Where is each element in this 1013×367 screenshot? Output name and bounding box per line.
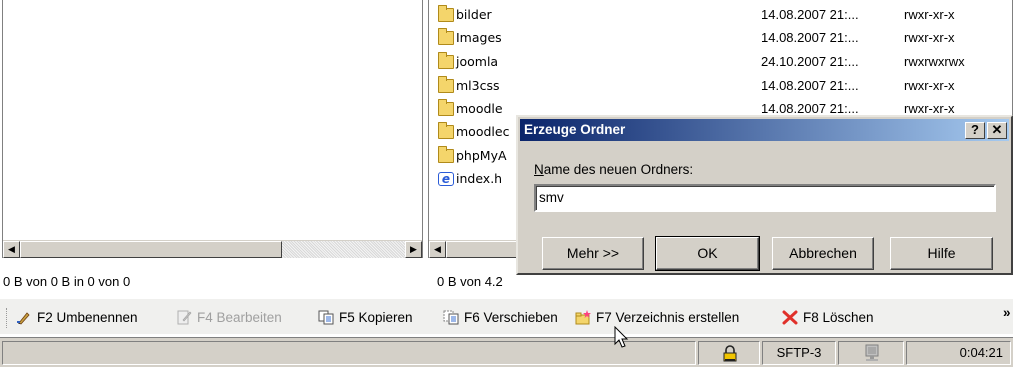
move-icon bbox=[443, 310, 459, 325]
copy-icon bbox=[318, 310, 334, 325]
status-main-cell bbox=[2, 341, 696, 365]
scroll-right-icon[interactable]: ▶ bbox=[405, 241, 422, 258]
label-text: ame des neuen Ordners: bbox=[543, 162, 694, 177]
file-date: 14.08.2007 21:... bbox=[761, 30, 859, 45]
file-row[interactable]: ml3css 14.08.2007 21:... rwxr-xr-x bbox=[438, 75, 1008, 97]
cancel-button[interactable]: Abbrechen bbox=[772, 237, 874, 270]
move-label: F6 Verschieben bbox=[464, 310, 558, 325]
ok-button[interactable]: OK bbox=[655, 236, 760, 271]
folder-icon bbox=[438, 146, 454, 163]
file-permissions: rwxr-xr-x bbox=[904, 78, 955, 93]
lock-icon bbox=[722, 345, 738, 367]
mouse-cursor-icon bbox=[614, 325, 630, 353]
file-name: moodlec bbox=[456, 124, 510, 139]
folder-name-label: Name des neuen Ordners: bbox=[534, 162, 693, 177]
scroll-track[interactable] bbox=[282, 241, 405, 258]
file-name: ml3css bbox=[456, 78, 500, 93]
copy-label: F5 Kopieren bbox=[339, 310, 413, 325]
file-row[interactable]: joomla 24.10.2007 21:... rwxrwxrwx bbox=[438, 51, 1008, 73]
file-name: moodle bbox=[456, 101, 503, 116]
left-file-panel[interactable] bbox=[2, 0, 423, 258]
create-folder-button[interactable]: F7 Verzeichnis erstellen bbox=[575, 308, 739, 328]
new-folder-icon bbox=[575, 310, 591, 325]
network-computer-icon bbox=[863, 344, 881, 367]
folder-name-input[interactable]: smv bbox=[534, 184, 996, 212]
left-panel-status: 0 B von 0 B in 0 von 0 bbox=[3, 274, 131, 289]
copy-button[interactable]: F5 Kopieren bbox=[318, 308, 413, 328]
delete-button[interactable]: F8 Löschen bbox=[782, 308, 874, 328]
protocol-cell: SFTP-3 bbox=[762, 341, 836, 365]
file-name: Images bbox=[456, 30, 502, 45]
more-button[interactable]: Mehr >> bbox=[542, 237, 644, 270]
file-name: index.h bbox=[456, 171, 503, 186]
file-permissions: rwxr-xr-x bbox=[904, 30, 955, 45]
folder-icon bbox=[438, 52, 454, 69]
file-date: 14.08.2007 21:... bbox=[761, 7, 859, 22]
file-row[interactable]: Images 14.08.2007 21:... rwxr-xr-x bbox=[438, 27, 1008, 49]
folder-icon bbox=[438, 99, 454, 116]
close-button[interactable]: ✕ bbox=[987, 122, 1007, 139]
file-name: bilder bbox=[456, 7, 492, 22]
toolbar-overflow-icon[interactable]: » bbox=[1003, 303, 1011, 323]
file-permissions: rwxrwxrwx bbox=[904, 54, 965, 69]
edit-button[interactable]: F4 Bearbeiten bbox=[176, 308, 282, 328]
session-time: 0:04:21 bbox=[959, 345, 1003, 360]
dialog-title: Erzeuge Ordner bbox=[524, 122, 626, 137]
file-row[interactable]: bilder 14.08.2007 21:... rwxr-xr-x bbox=[438, 4, 1008, 26]
folder-icon bbox=[438, 28, 454, 45]
folder-icon bbox=[438, 5, 454, 22]
status-bar: SFTP-3 0:04:21 bbox=[0, 337, 1013, 367]
scroll-left-icon[interactable]: ◀ bbox=[3, 241, 20, 258]
scroll-left-icon[interactable]: ◀ bbox=[429, 241, 446, 258]
time-cell: 0:04:21 bbox=[906, 341, 1011, 365]
move-button[interactable]: F6 Verschieben bbox=[443, 308, 558, 328]
close-icon: ✕ bbox=[991, 122, 1003, 137]
create-folder-dialog: Erzeuge Ordner ? ✕ Name des neuen Ordner… bbox=[516, 115, 1013, 275]
toolbar-grip[interactable] bbox=[6, 308, 9, 328]
dialog-titlebar[interactable]: Erzeuge Ordner ? ✕ bbox=[520, 119, 1009, 141]
file-permissions: rwxr-xr-x bbox=[904, 7, 955, 22]
edit-icon bbox=[176, 310, 192, 325]
delete-icon bbox=[782, 310, 798, 325]
file-name: joomla bbox=[456, 54, 499, 69]
label-accelerator: N bbox=[534, 162, 544, 177]
edit-label: F4 Bearbeiten bbox=[197, 310, 282, 325]
delete-label: F8 Löschen bbox=[803, 310, 874, 325]
create-folder-label: F7 Verzeichnis erstellen bbox=[596, 310, 740, 325]
file-name: phpMyA bbox=[456, 148, 507, 163]
network-cell bbox=[838, 341, 904, 365]
rename-button[interactable]: F2 Umbenennen bbox=[16, 308, 138, 328]
scroll-thumb[interactable] bbox=[20, 241, 282, 258]
folder-name-value: smv bbox=[539, 190, 564, 205]
rename-label: F2 Umbenennen bbox=[37, 310, 138, 325]
right-horizontal-scrollbar[interactable]: ◀ bbox=[429, 240, 529, 258]
help-dialog-button[interactable]: Hilfe bbox=[890, 237, 993, 270]
protocol-label: SFTP-3 bbox=[776, 345, 822, 360]
folder-icon bbox=[438, 76, 454, 93]
rename-icon bbox=[16, 310, 32, 325]
left-horizontal-scrollbar[interactable]: ◀ ▶ bbox=[3, 240, 422, 258]
folder-icon bbox=[438, 122, 454, 139]
file-date: 24.10.2007 21:... bbox=[761, 54, 859, 69]
right-panel-status: 0 B von 4.2 bbox=[437, 274, 503, 289]
help-button[interactable]: ? bbox=[965, 122, 985, 139]
file-date: 14.08.2007 21:... bbox=[761, 78, 859, 93]
function-key-toolbar: F2 Umbenennen F4 Bearbeiten F5 Kopieren … bbox=[0, 298, 1013, 334]
ie-document-icon: e bbox=[438, 172, 454, 186]
status-lock-cell bbox=[698, 341, 760, 365]
